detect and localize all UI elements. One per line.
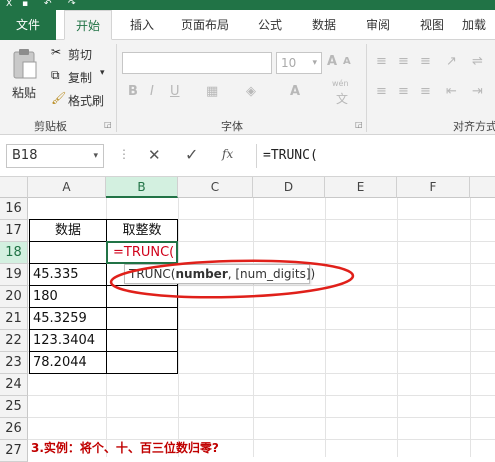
- annotation-ellipse: [109, 259, 355, 299]
- caption-text: 3.实例：将个、十、百三位数归零?: [31, 441, 219, 455]
